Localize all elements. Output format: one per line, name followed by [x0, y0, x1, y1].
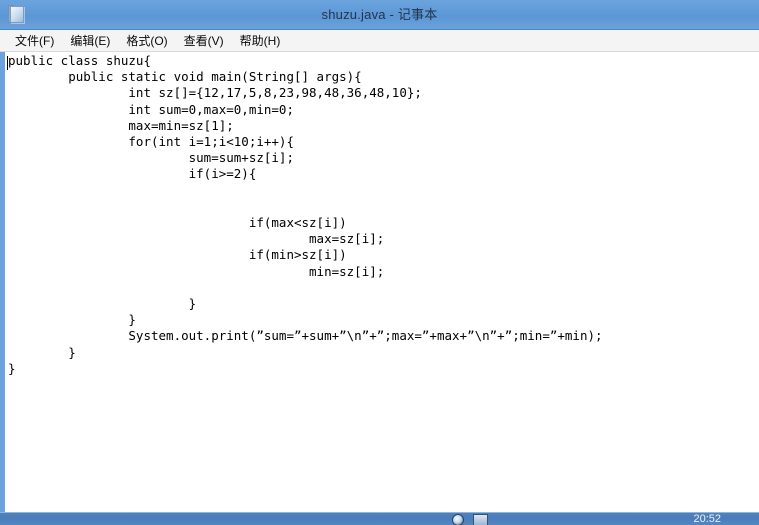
- browser-icon[interactable]: [452, 514, 464, 525]
- menu-format[interactable]: 格式(O): [119, 31, 174, 51]
- text-editor-area[interactable]: public class shuzu{ public static void m…: [5, 52, 759, 512]
- taskbar[interactable]: 20:52: [0, 512, 759, 525]
- folder-icon[interactable]: [473, 514, 488, 525]
- editor-text[interactable]: public class shuzu{ public static void m…: [8, 53, 603, 377]
- taskbar-app-buttons: [452, 514, 488, 525]
- menubar: 文件(F) 编辑(E) 格式(O) 查看(V) 帮助(H): [0, 30, 759, 52]
- window-title: shuzu.java - 记事本: [321, 7, 438, 22]
- window-client-area: public class shuzu{ public static void m…: [0, 52, 759, 512]
- notepad-icon: [8, 5, 25, 24]
- taskbar-clock[interactable]: 20:52: [693, 513, 721, 525]
- menu-edit[interactable]: 编辑(E): [63, 31, 117, 51]
- notepad-window: shuzu.java - 记事本 文件(F) 编辑(E) 格式(O) 查看(V)…: [0, 0, 759, 512]
- menu-view[interactable]: 查看(V): [177, 31, 231, 51]
- notepad-icon-page: [10, 6, 24, 23]
- menu-file[interactable]: 文件(F): [8, 31, 61, 51]
- menu-help[interactable]: 帮助(H): [233, 31, 288, 51]
- desktop: shuzu.java - 记事本 文件(F) 编辑(E) 格式(O) 查看(V)…: [0, 0, 759, 525]
- window-titlebar[interactable]: shuzu.java - 记事本: [0, 0, 759, 30]
